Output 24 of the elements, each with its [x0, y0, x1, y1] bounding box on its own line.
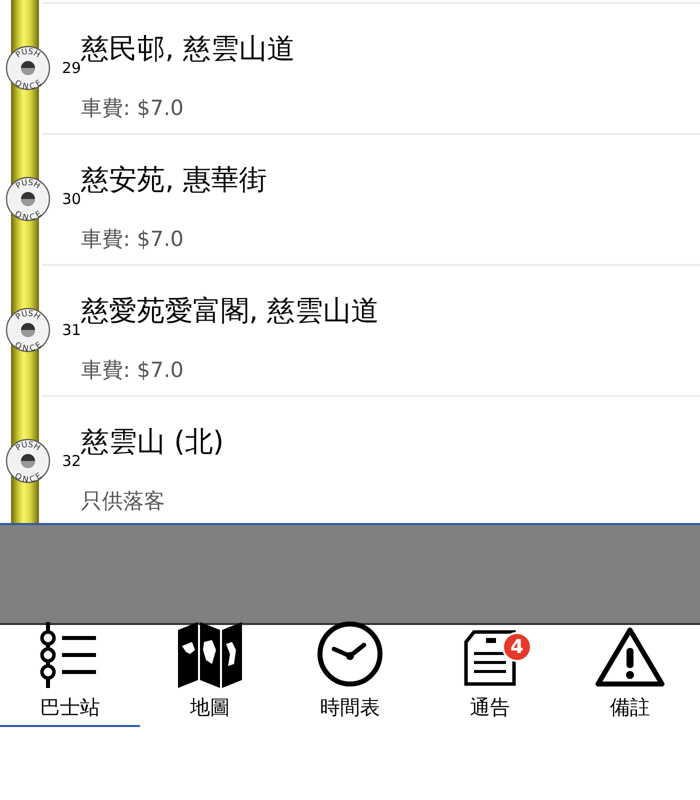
fare-text: 車費: $7.0 — [81, 95, 185, 122]
fare-text: 車費: $7.0 — [81, 357, 185, 384]
tab[interactable]: 通告 4 — [420, 625, 560, 727]
push-once-button-icon[interactable]: PUSH ONCE — [5, 438, 51, 484]
warning-icon — [595, 626, 665, 688]
stop-number: 29 — [62, 61, 82, 76]
fare-text: 車費: $7.0 — [81, 226, 185, 254]
stop-number: 30 — [62, 192, 82, 208]
tab[interactable]: 巴士站 — [0, 625, 140, 727]
fare-text: 只供落客 — [81, 488, 166, 516]
stop-name[interactable]: 慈雲山 (北) — [81, 425, 700, 470]
tab[interactable]: 時間表 — [280, 625, 420, 727]
tab[interactable]: 地圖 — [140, 625, 280, 727]
stop-number: 31 — [62, 323, 82, 338]
count-badge: 4 — [502, 632, 532, 662]
stop-name[interactable]: 慈民邨, 慈雲山道 — [81, 32, 700, 76]
push-once-button-icon[interactable]: PUSH ONCE — [5, 176, 51, 222]
tab[interactable]: 備註 — [560, 625, 700, 727]
clock-icon — [316, 620, 384, 688]
stop-number: 32 — [62, 454, 82, 470]
stop-name[interactable]: 慈安苑, 惠華街 — [81, 163, 700, 208]
stop-name[interactable]: 慈愛苑愛富閣, 慈雲山道 — [81, 294, 700, 338]
push-once-button-icon[interactable]: PUSH ONCE — [5, 306, 51, 352]
push-once-button-icon[interactable]: PUSH ONCE — [5, 44, 51, 90]
